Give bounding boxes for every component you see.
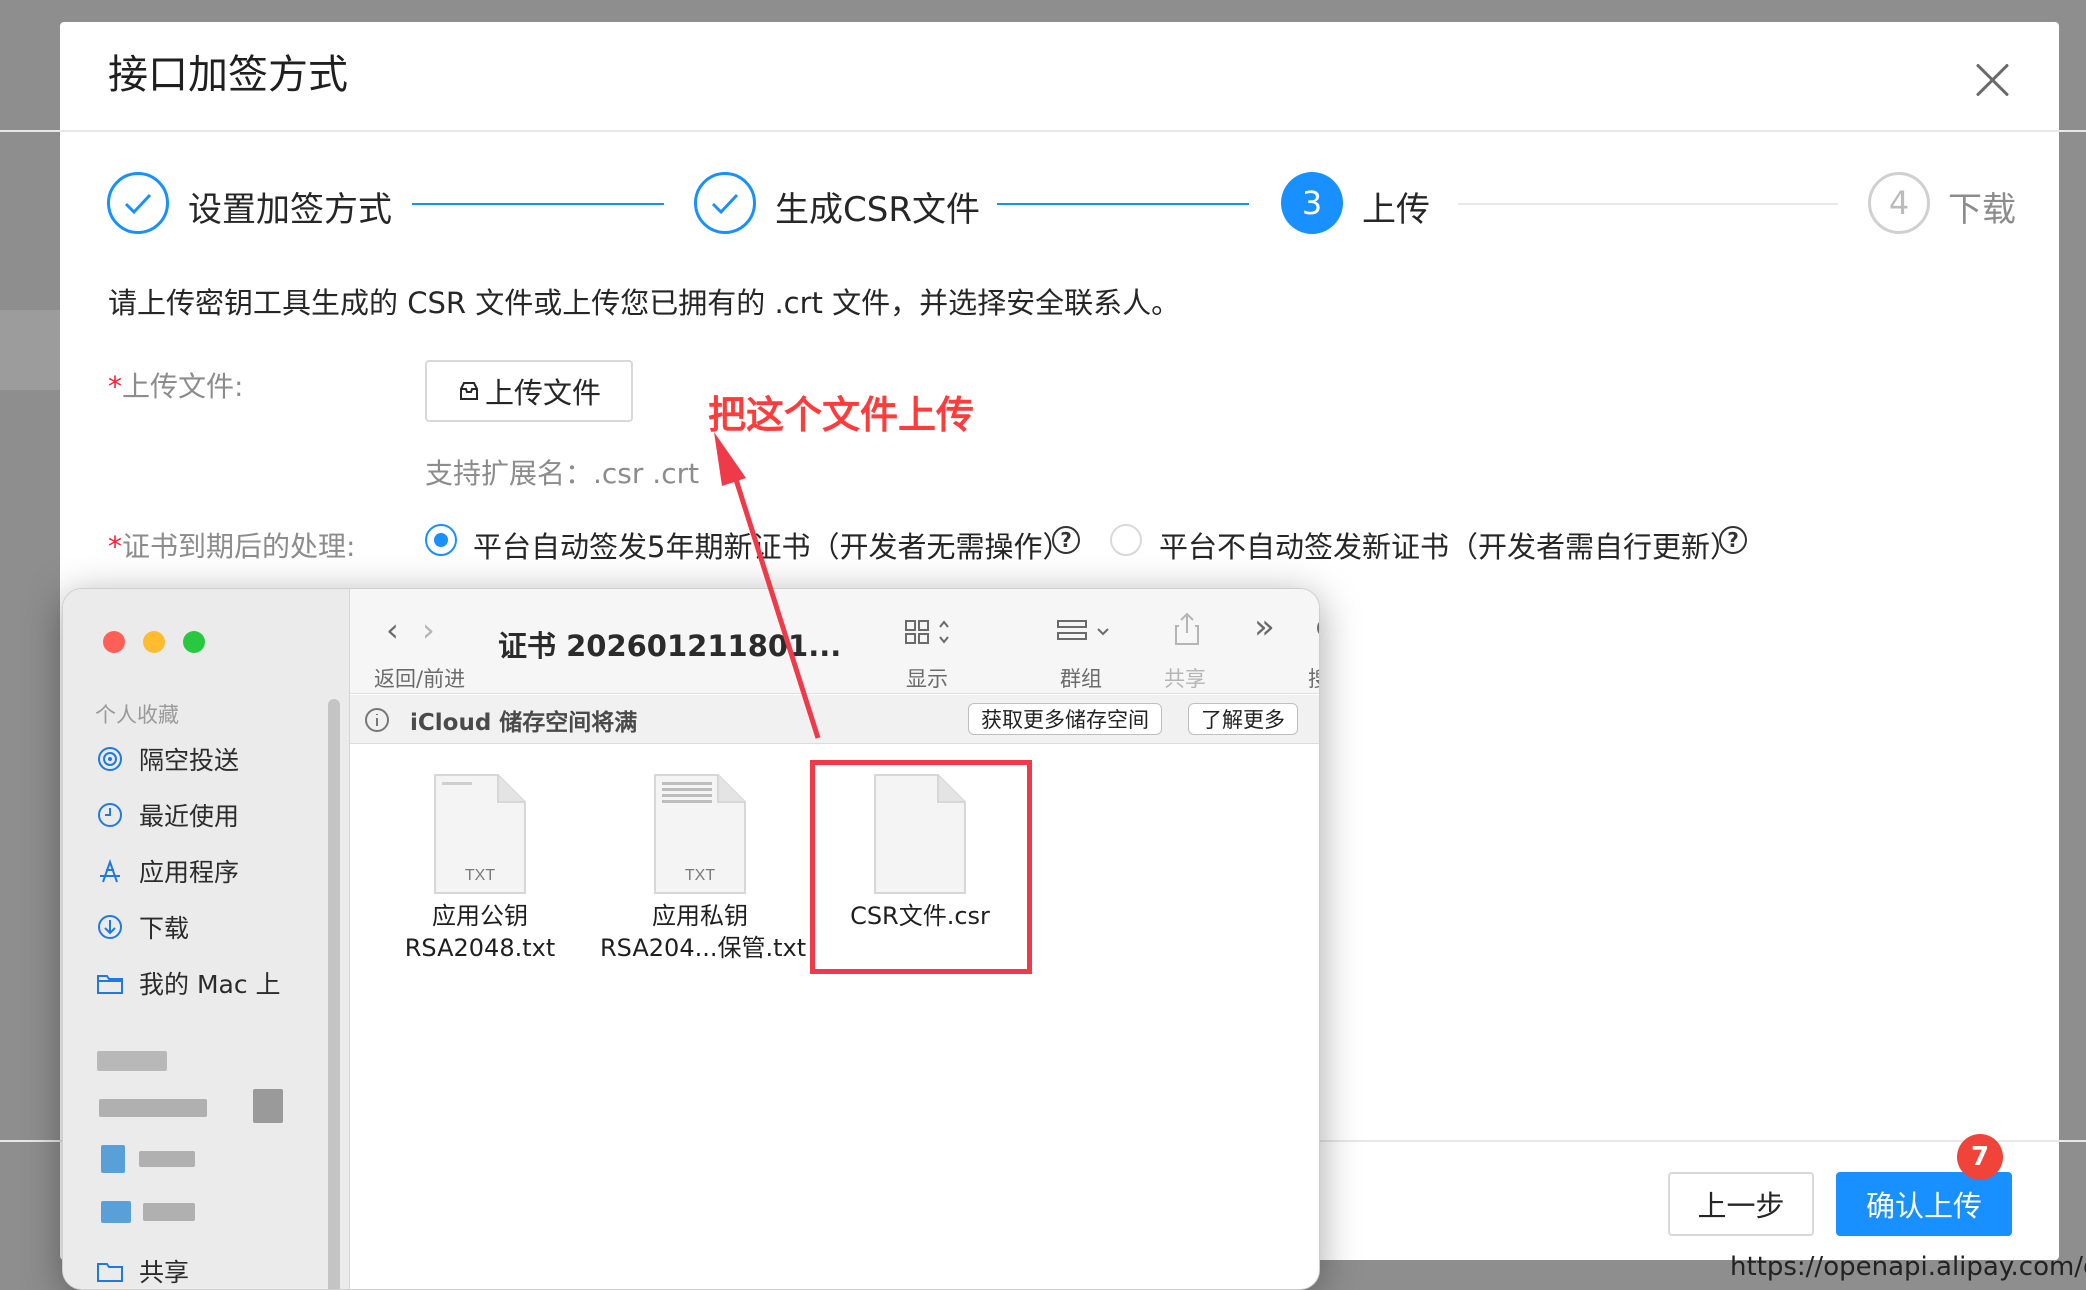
download-icon	[98, 915, 122, 939]
zoom-window-button[interactable]	[183, 631, 205, 653]
more-chevron-icon[interactable]: »	[1254, 607, 1275, 647]
step-1-check-icon	[107, 172, 169, 234]
group-label: 群组	[1060, 667, 1102, 691]
sidebar-item-label: 隔空投送	[139, 746, 240, 775]
txt-file-icon: TXT	[654, 774, 746, 894]
help-icon[interactable]: ?	[1719, 526, 1747, 554]
sidebar-item-applications[interactable]: 应用程序	[95, 849, 239, 893]
sidebar-item-label: 最近使用	[139, 802, 240, 831]
close-icon[interactable]	[1971, 58, 2015, 102]
upload-file-label: *上传文件:	[108, 370, 244, 403]
upload-button-label: 上传文件	[484, 376, 601, 410]
sidebar-item-airdrop[interactable]: 隔空投送	[95, 737, 239, 781]
icloud-storage-banner: iCloud 储存空间将满 获取更多储存空间 了解更多	[350, 695, 1319, 744]
step-connector	[412, 203, 664, 205]
finder-sidebar: 个人收藏 隔空投送 最近使用 应用程序 下载 我的 Mac 上 共享	[63, 589, 350, 1289]
expiry-handling-label: *证书到期后的处理:	[108, 530, 356, 563]
file-name-line2: RSA2048.txt	[404, 934, 556, 962]
search-label: 搜索	[1308, 663, 1319, 693]
share-label: 共享	[1164, 667, 1206, 691]
applications-icon	[100, 858, 120, 883]
step-connector	[1458, 203, 1838, 205]
step-1-label: 设置加签方式	[188, 190, 392, 230]
sidebar-scrollbar[interactable]	[328, 699, 340, 1289]
modal-title: 接口加签方式	[108, 52, 348, 98]
step-2-label: 生成CSR文件	[775, 190, 980, 230]
sidebar-item-label: 共享	[139, 1258, 190, 1287]
folder-icon	[97, 975, 123, 994]
redacted-icon	[101, 1145, 125, 1173]
redacted-item	[143, 1203, 195, 1221]
step-2-check-icon	[694, 172, 756, 234]
annotation-text: 把这个文件上传	[708, 393, 975, 437]
sidebar-item-recents[interactable]: 最近使用	[95, 793, 239, 837]
radio-manual-update-label[interactable]: 平台不自动签发新证书（开发者需自行更新）	[1159, 524, 1739, 566]
svg-text:TXT: TXT	[465, 867, 495, 884]
close-window-button[interactable]	[103, 631, 125, 653]
step-3-number: 3	[1281, 172, 1343, 234]
background-divider	[0, 1140, 60, 1142]
upload-hint: 支持扩展名：.csr .crt	[425, 457, 700, 490]
background-divider	[2059, 1140, 2086, 1142]
file-item-public-key[interactable]: TXT 应用公钥 RSA2048.txt	[380, 772, 580, 964]
redacted-item	[139, 1151, 195, 1167]
back-forward-label: 返回/前进	[374, 667, 466, 691]
upload-file-button[interactable]: 上传文件	[425, 360, 633, 422]
step-connector	[997, 203, 1249, 205]
sidebar-item-downloads[interactable]: 下载	[95, 905, 189, 949]
confirm-upload-button[interactable]: 确认上传	[1836, 1172, 2012, 1236]
learn-more-button[interactable]: 了解更多	[1188, 703, 1298, 735]
svg-text:TXT: TXT	[685, 867, 715, 884]
modal-header: 接口加签方式	[60, 22, 2059, 132]
background-divider	[2059, 130, 2086, 132]
sidebar-item-label: 我的 Mac 上	[139, 970, 281, 999]
info-icon	[365, 708, 389, 732]
help-icon[interactable]: ?	[1052, 526, 1080, 554]
redacted-section-header	[97, 1051, 167, 1071]
clock-icon	[98, 803, 122, 827]
radio-manual-update[interactable]	[1110, 524, 1142, 556]
prev-step-button[interactable]: 上一步	[1668, 1172, 1814, 1236]
upload-icon	[459, 382, 478, 400]
upload-description: 请上传密钥工具生成的 CSR 文件或上传您已拥有的 .crt 文件，并选择安全联…	[108, 286, 1181, 320]
shared-folder-icon	[97, 1263, 123, 1282]
step-3-label: 上传	[1362, 190, 1430, 230]
sidebar-item-label: 下载	[139, 914, 190, 943]
radio-auto-issue[interactable]	[425, 524, 457, 556]
radio-auto-issue-label[interactable]: 平台自动签发5年期新证书（开发者无需操作）	[473, 524, 1071, 566]
sidebar-item-on-my-mac[interactable]: 我的 Mac 上	[95, 961, 281, 1005]
folder-title: 证书 202601211801...	[498, 629, 842, 663]
finder-toolbar: ‹ › 返回/前进 证书 202601211801... 显示 群组 共享 » …	[350, 589, 1319, 694]
status-url: https://openapi.alipay.com/gate	[1730, 1252, 2086, 1282]
file-name-line1: 应用公钥	[432, 902, 528, 930]
redacted-icon	[253, 1089, 283, 1123]
file-name-line1: 应用私钥	[652, 902, 748, 930]
file-item-private-key[interactable]: TXT 应用私钥 RSA204...保管.txt	[600, 772, 807, 964]
sidebar-item-shared[interactable]: 共享	[95, 1249, 190, 1289]
back-icon[interactable]: ‹	[386, 611, 399, 649]
view-grid-icon[interactable]	[904, 617, 968, 647]
group-icon[interactable]	[1056, 617, 1120, 647]
minimize-window-button[interactable]	[143, 631, 165, 653]
file-name-line2: RSA204...保管.txt	[600, 934, 807, 962]
highlight-box	[810, 760, 1032, 974]
background-divider	[0, 130, 60, 132]
redacted-icon	[101, 1201, 131, 1223]
finder-window: 个人收藏 隔空投送 最近使用 应用程序 下载 我的 Mac 上 共享 ‹ › 返…	[62, 588, 1320, 1290]
share-icon[interactable]	[1172, 611, 1202, 647]
step-4-number: 4	[1868, 172, 1930, 234]
redacted-item	[99, 1099, 207, 1117]
txt-file-icon: TXT	[434, 774, 526, 894]
step-4-label: 下载	[1948, 190, 2016, 230]
favorites-header: 个人收藏	[95, 703, 179, 727]
airdrop-icon	[98, 747, 122, 771]
forward-icon[interactable]: ›	[422, 611, 435, 649]
search-icon[interactable]	[1314, 615, 1320, 647]
step-badge: 7	[1957, 1134, 2003, 1180]
get-more-storage-button[interactable]: 获取更多储存空间	[968, 703, 1162, 735]
icloud-message: iCloud 储存空间将满	[410, 710, 638, 736]
background-panel	[0, 310, 60, 390]
sidebar-item-label: 应用程序	[139, 858, 240, 887]
view-label: 显示	[906, 667, 948, 691]
